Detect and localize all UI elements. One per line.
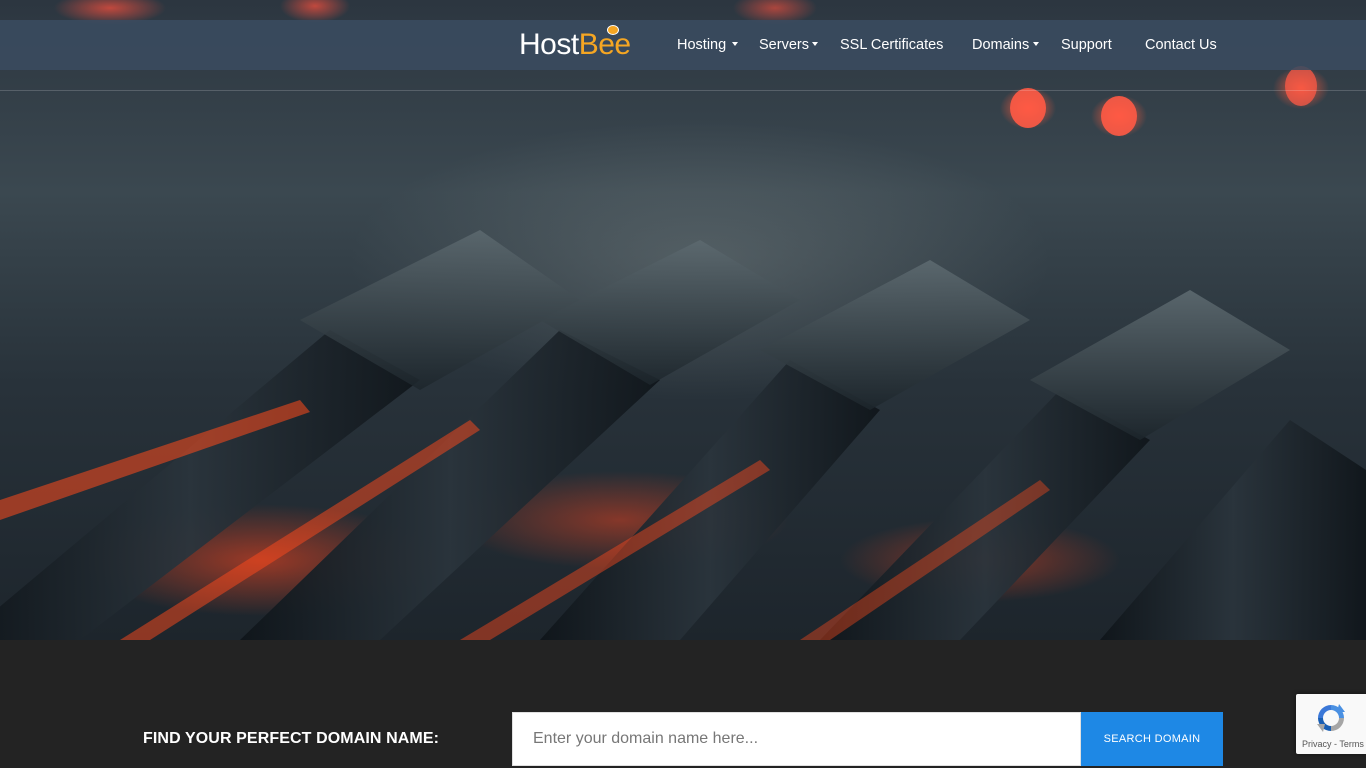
hostbee-logo[interactable]: Host Bee (519, 25, 631, 62)
chevron-down-icon (812, 42, 818, 46)
recaptcha-icon (1317, 704, 1345, 732)
nav-item-support[interactable]: Support (1061, 20, 1112, 70)
nav-label: Contact Us (1145, 37, 1217, 53)
nav-item-hosting[interactable]: Hosting (677, 20, 738, 70)
recaptcha-links: Privacy - Terms (1302, 739, 1364, 749)
nav-label: Domains (972, 37, 1030, 53)
nav-label: SSL Certificates (840, 37, 944, 53)
main-navbar: Host Bee Hosting Servers SSL Certificates… (0, 20, 1366, 70)
nav-label: Hosting (677, 37, 727, 53)
hero-divider (0, 90, 1366, 91)
chevron-down-icon (732, 42, 738, 46)
nav-label: Support (1061, 37, 1112, 53)
domain-search-title: FIND YOUR PERFECT DOMAIN NAME: (143, 730, 440, 747)
hero-image (0, 66, 1366, 640)
chevron-down-icon (1033, 42, 1039, 46)
nav-label: Servers (759, 37, 809, 53)
nav-item-servers[interactable]: Servers (759, 20, 818, 70)
hero-banner (0, 0, 1366, 640)
bee-icon (606, 25, 619, 35)
search-domain-button[interactable]: SEARCH DOMAIN (1081, 712, 1223, 766)
domain-search-input[interactable] (512, 712, 1081, 766)
recaptcha-terms-link[interactable]: Terms (1339, 739, 1364, 749)
recaptcha-privacy-link[interactable]: Privacy (1302, 739, 1332, 749)
recaptcha-badge[interactable]: Privacy - Terms (1296, 694, 1366, 754)
nav-item-domains[interactable]: Domains (972, 20, 1039, 70)
logo-text-host: Host (519, 28, 579, 61)
domain-search-section: FIND YOUR PERFECT DOMAIN NAME: SEARCH DO… (0, 640, 1366, 768)
nav-item-contact-us[interactable]: Contact Us (1145, 20, 1217, 70)
logo-text-bee: Bee (579, 25, 631, 62)
nav-item-ssl-certificates[interactable]: SSL Certificates (840, 20, 943, 70)
